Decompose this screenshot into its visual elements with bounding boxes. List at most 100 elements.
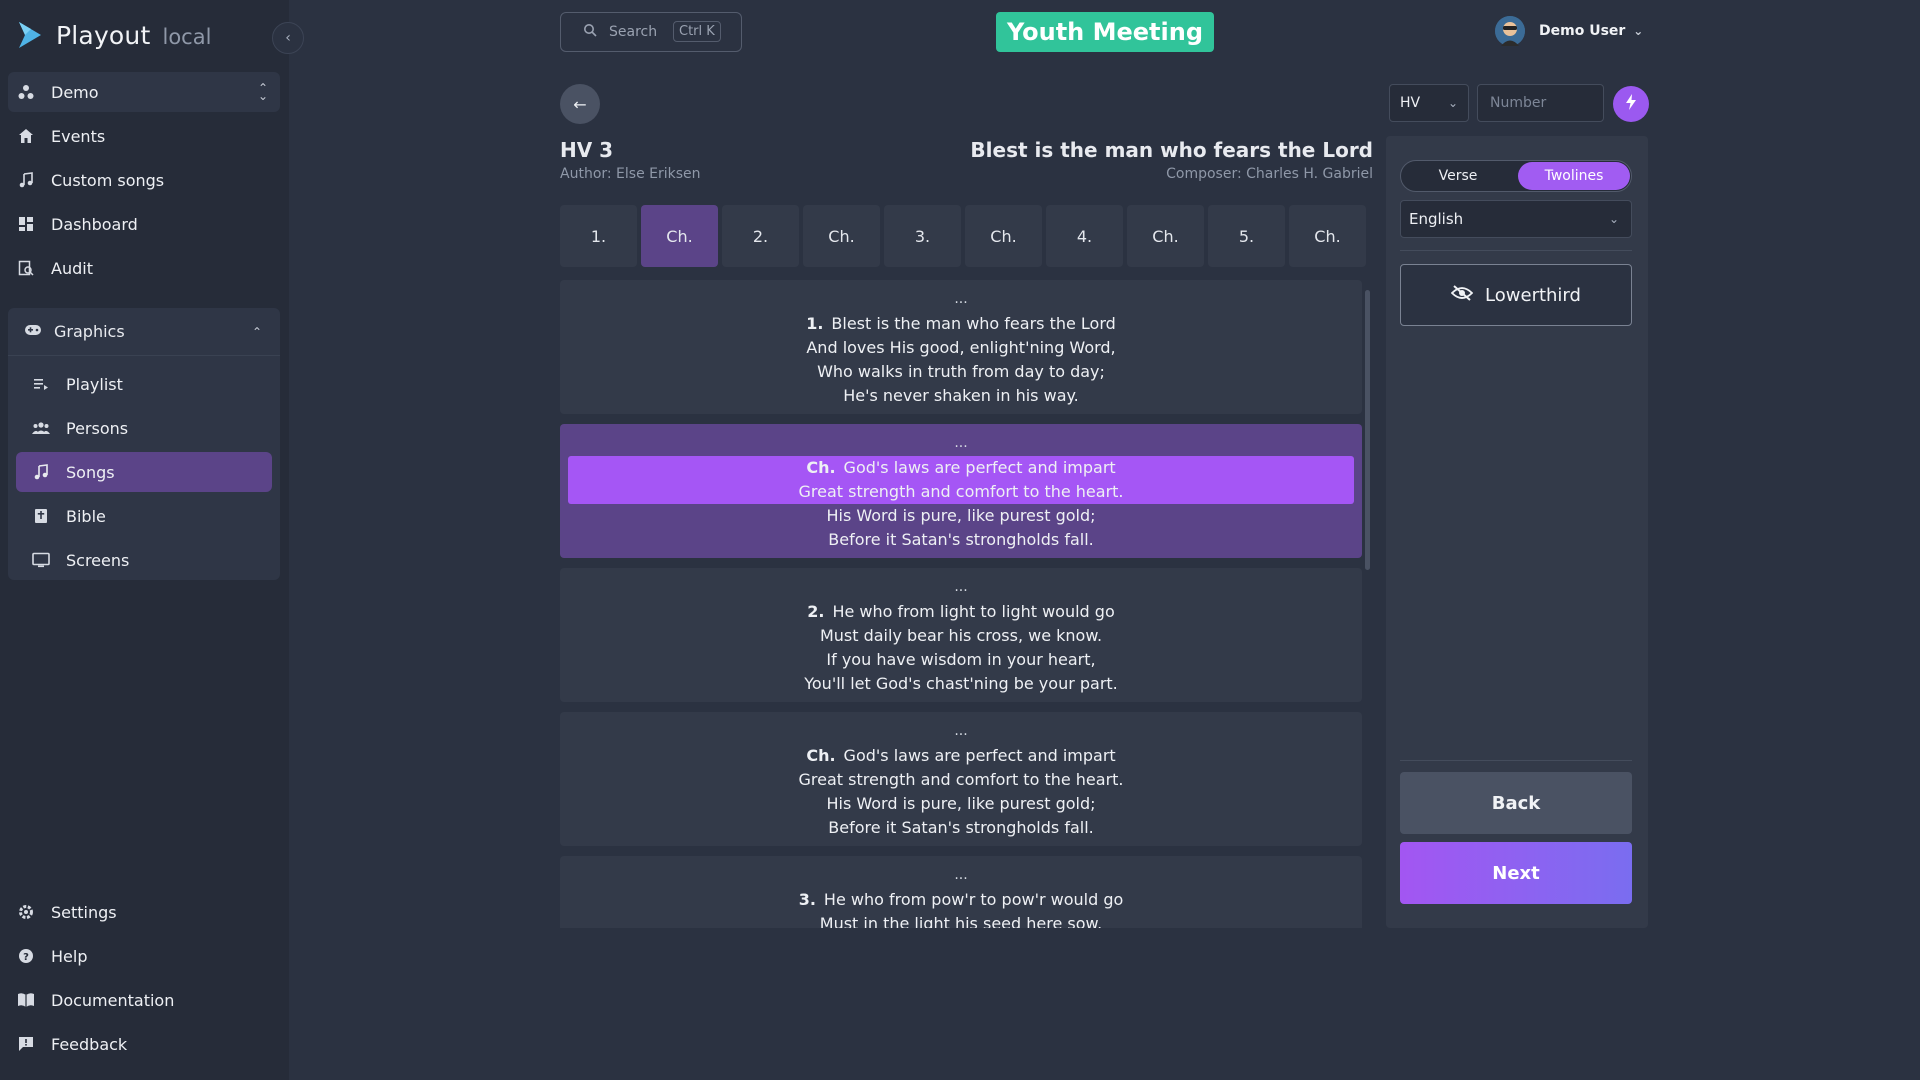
verse-line: Must in the light his seed here sow.	[819, 914, 1103, 928]
sidebar-item-playlist[interactable]: Playlist	[16, 364, 272, 404]
verse-line: His Word is pure, like purest gold;	[826, 794, 1096, 813]
sidebar-item-audit[interactable]: Audit	[8, 248, 280, 288]
verse-label: Ch.	[806, 746, 836, 765]
sidebar-item-bible[interactable]: Bible	[16, 496, 272, 536]
verse-tab[interactable]: 2.	[722, 205, 799, 267]
verse-tab[interactable]: Ch.	[965, 205, 1042, 267]
home-icon	[17, 127, 35, 145]
music-note-icon	[17, 171, 35, 189]
lowerthird-toggle-button[interactable]: Lowerthird	[1400, 264, 1632, 326]
back-arrow-button[interactable]: ←	[560, 84, 600, 124]
sidebar-item-songs[interactable]: Songs	[16, 452, 272, 492]
song-number: HV 3	[560, 138, 614, 162]
sidebar-item-label: Custom songs	[51, 170, 165, 190]
chevron-left-icon: ‹	[285, 30, 291, 46]
sidebar-item-label: Persons	[66, 418, 129, 438]
sidebar-item-label: Events	[51, 126, 106, 146]
verse-card[interactable]: ... Ch. God's laws are perfect and impart…	[560, 712, 1362, 846]
verse-tab[interactable]: 4.	[1046, 205, 1123, 267]
verse-line: And loves His good, enlight'ning Word,	[806, 338, 1116, 357]
verse-card-active[interactable]: ... Ch. God's laws are perfect and impart…	[560, 424, 1362, 558]
sidebar-item-label: Bible	[66, 506, 106, 526]
sidebar-item-label: Documentation	[51, 990, 175, 1010]
lowerthird-label: Lowerthird	[1485, 284, 1581, 306]
sidebar-item-screens[interactable]: Screens	[16, 540, 272, 580]
audit-icon	[17, 259, 35, 277]
brand-logo[interactable]: Playout local	[16, 20, 211, 50]
song-composer: Composer: Charles H. Gabriel	[1166, 166, 1373, 182]
sidebar-item-feedback[interactable]: Feedback	[8, 1024, 280, 1064]
sidebar-item-settings[interactable]: Settings	[8, 892, 280, 932]
verse-line: He's never shaken in his way.	[843, 386, 1079, 405]
sidebar-item-dashboard[interactable]: Dashboard	[8, 204, 280, 244]
verse-tab[interactable]: Ch.	[1289, 205, 1366, 267]
chevron-down-icon: ⌄	[1633, 24, 1644, 38]
verse-dots: ...	[954, 291, 968, 307]
verse-line: Before it Satan's strongholds fall.	[828, 530, 1094, 549]
search-icon	[583, 23, 597, 41]
search-bar[interactable]: Search Ctrl K	[560, 12, 742, 52]
verse-tab[interactable]: 3.	[884, 205, 961, 267]
sidebar-item-label: Help	[51, 946, 88, 966]
verse-label: Ch.	[806, 458, 836, 477]
sidebar-item-label: Playlist	[66, 374, 123, 394]
event-title: Youth Meeting	[996, 12, 1214, 52]
verse-card[interactable]: ... 2. He who from light to light would g…	[560, 568, 1362, 702]
divider	[1400, 760, 1632, 761]
workspace-icon	[17, 83, 35, 101]
book-icon	[17, 991, 35, 1009]
verse-scrollbar[interactable]	[1364, 280, 1372, 928]
people-icon	[32, 421, 50, 435]
workspace-selector[interactable]: Demo ⌃ ⌄	[8, 72, 280, 112]
verse-label: 3.	[798, 890, 816, 909]
mode-toggle: Verse Twolines	[1400, 160, 1632, 192]
sidebar-item-label: Feedback	[51, 1034, 128, 1054]
back-button[interactable]: Back	[1400, 772, 1632, 834]
verse-line: Ch. God's laws are perfect and impart	[806, 458, 1116, 477]
mode-option-twolines[interactable]: Twolines	[1518, 162, 1630, 190]
mode-option-verse[interactable]: Verse	[1402, 162, 1514, 190]
sidebar-item-documentation[interactable]: Documentation	[8, 980, 280, 1020]
verse-list: ... 1. Blest is the man who fears the Lor…	[560, 280, 1370, 928]
sidebar-item-events[interactable]: Events	[8, 116, 280, 156]
avatar	[1495, 16, 1525, 46]
next-button[interactable]: Next	[1400, 842, 1632, 904]
search-placeholder: Search	[609, 24, 658, 40]
sidebar-item-custom-songs[interactable]: Custom songs	[8, 160, 280, 200]
number-input[interactable]	[1477, 84, 1604, 122]
graphics-group-label: Graphics	[54, 322, 125, 341]
workspace-name: Demo	[51, 82, 99, 102]
language-select[interactable]: English ⌄	[1400, 200, 1632, 238]
music-note-icon	[32, 464, 50, 480]
verse-tabs: 1. Ch. 2. Ch. 3. Ch. 4. Ch. 5. Ch.	[560, 205, 1370, 267]
lightning-icon	[1625, 94, 1637, 114]
verse-tab[interactable]: 1.	[560, 205, 637, 267]
verse-line: 1. Blest is the man who fears the Lord	[806, 314, 1116, 333]
scroll-thumb[interactable]	[1365, 290, 1370, 570]
graphics-group-toggle[interactable]: Graphics ⌃	[8, 308, 280, 356]
sidebar-item-label: Dashboard	[51, 214, 138, 234]
book-select-value: HV	[1400, 95, 1421, 111]
sidebar-item-persons[interactable]: Persons	[16, 408, 272, 448]
quick-go-button[interactable]	[1613, 86, 1649, 122]
svg-text:?: ?	[23, 952, 29, 963]
sidebar-item-label: Settings	[51, 902, 117, 922]
verse-tab[interactable]: Ch.	[641, 205, 718, 267]
book-select[interactable]: HV ⌄	[1389, 84, 1469, 122]
verse-card[interactable]: ... 1. Blest is the man who fears the Lor…	[560, 280, 1362, 414]
brand-env: local	[162, 24, 212, 49]
sidebar-item-help[interactable]: ? Help	[8, 936, 280, 976]
arrow-left-icon: ←	[573, 94, 587, 114]
verse-tab[interactable]: Ch.	[803, 205, 880, 267]
sidebar-collapse-button[interactable]: ‹	[272, 22, 304, 54]
eye-off-icon	[1450, 284, 1474, 306]
chevron-updown-icon: ⌃ ⌄	[257, 81, 268, 103]
verse-label: 2.	[807, 602, 825, 621]
verse-line: Great strength and comfort to the heart.	[798, 770, 1124, 789]
verse-tab[interactable]: Ch.	[1127, 205, 1204, 267]
user-menu[interactable]: Demo User ⌄	[1495, 16, 1643, 46]
verse-tab[interactable]: 5.	[1208, 205, 1285, 267]
playlist-icon	[32, 377, 50, 391]
verse-card[interactable]: ... 3. He who from pow'r to pow'r would g…	[560, 856, 1362, 928]
verse-label: 1.	[806, 314, 824, 333]
